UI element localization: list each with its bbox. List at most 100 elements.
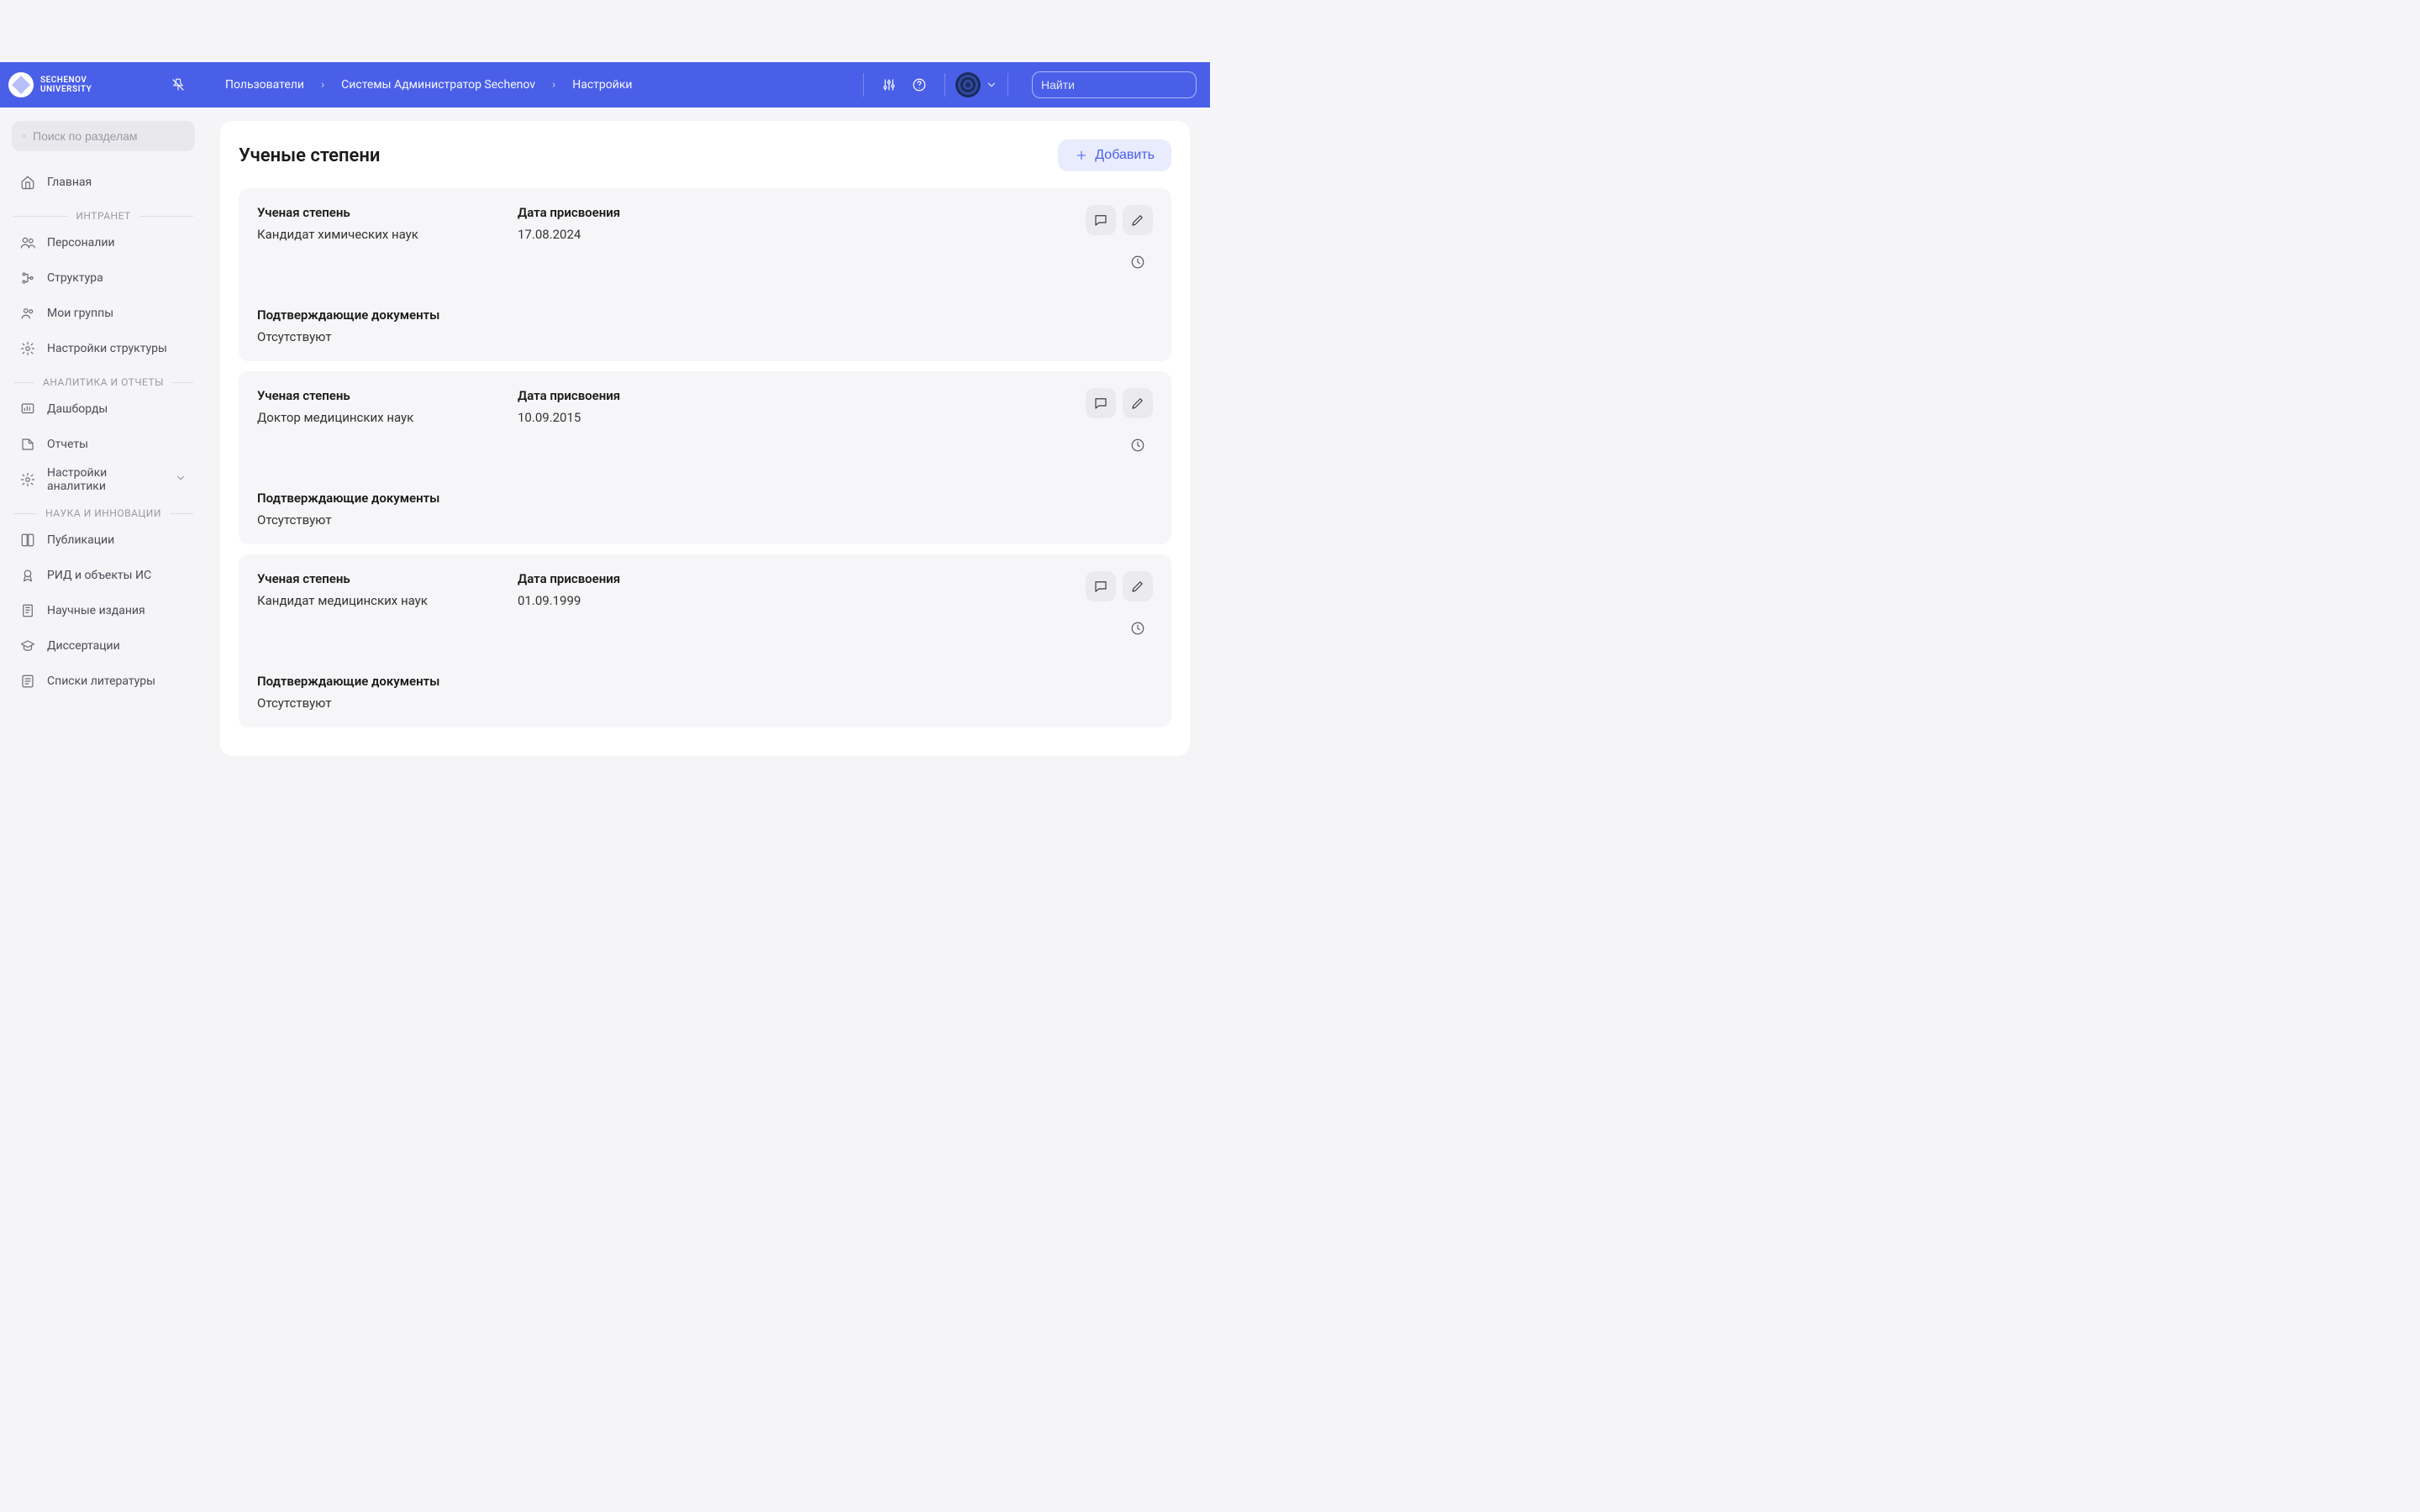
field-value: Кандидат химических наук bbox=[257, 227, 467, 242]
sidebar: Главная ИНТРАНЕТ Персоналии Структура Мои г… bbox=[0, 108, 207, 756]
add-degree-button[interactable]: Добавить bbox=[1058, 139, 1171, 171]
field-label: Ученая степень bbox=[257, 571, 467, 586]
breadcrumb-item[interactable]: Настройки bbox=[572, 78, 632, 92]
field-degree: Ученая степень Кандидат химических наук bbox=[257, 205, 467, 242]
sidebar-item-label: Настройки аналитики bbox=[47, 466, 163, 493]
card-actions bbox=[1086, 571, 1153, 711]
sidebar-item-label: Научные издания bbox=[47, 604, 145, 617]
edit-button[interactable] bbox=[1123, 388, 1153, 418]
breadcrumb: Пользователи › Системы Администратор Sec… bbox=[225, 78, 853, 92]
field-value: Отсутствуют bbox=[257, 512, 1065, 528]
sidebar-section-label: АНАЛИТИКА И ОТЧЕТЫ bbox=[12, 376, 195, 388]
sidebar-section-label: ИНТРАНЕТ bbox=[12, 210, 195, 222]
sidebar-search-input[interactable] bbox=[33, 129, 185, 143]
panel-title: Ученые степени bbox=[239, 145, 380, 166]
journal-icon bbox=[20, 603, 35, 618]
comment-button[interactable] bbox=[1086, 205, 1116, 235]
sidebar-item[interactable]: Диссертации bbox=[12, 628, 195, 664]
content: Ученые степени Добавить Ученая степеньКа… bbox=[207, 108, 1210, 756]
field-label: Дата присвоения bbox=[518, 388, 728, 403]
sidebar-item[interactable]: Мои группы bbox=[12, 296, 195, 331]
sidebar-item-label: Списки литературы bbox=[47, 675, 155, 688]
sidebar-item-home[interactable]: Главная bbox=[12, 165, 195, 200]
sidebar-item[interactable]: Списки литературы bbox=[12, 664, 195, 699]
field-label: Ученая степень bbox=[257, 388, 467, 403]
sidebar-item-label: Мои группы bbox=[47, 307, 113, 320]
sidebar-item[interactable]: Персоналии bbox=[12, 225, 195, 260]
search-icon bbox=[22, 129, 26, 143]
topbar: SECHENOV UNIVERSITY Пользователи › Систе… bbox=[0, 62, 1210, 108]
sidebar-item[interactable]: РИД и объекты ИС bbox=[12, 558, 195, 593]
sidebar-item[interactable]: Дашборды bbox=[12, 391, 195, 427]
org-icon bbox=[20, 270, 35, 286]
sidebar-item-label: Дашборды bbox=[47, 402, 108, 416]
chevron-down-icon bbox=[175, 472, 187, 487]
grad-icon bbox=[20, 638, 35, 654]
sidebar-item[interactable]: Публикации bbox=[12, 522, 195, 558]
top-search[interactable] bbox=[1032, 71, 1197, 98]
card-content: Ученая степень Кандидат химических наук Да… bbox=[257, 205, 1065, 344]
field-docs: Подтверждающие документыОтсутствуют bbox=[257, 307, 1065, 344]
sidebar-item-label: Персоналии bbox=[47, 236, 115, 249]
chevron-right-icon: › bbox=[552, 78, 555, 92]
divider bbox=[944, 73, 945, 97]
sidebar-item[interactable]: Научные издания bbox=[12, 593, 195, 628]
logo-text: SECHENOV UNIVERSITY bbox=[40, 76, 92, 94]
sidebar-item-label: Настройки структуры bbox=[47, 342, 167, 355]
field-value: Отсутствуют bbox=[257, 696, 1065, 711]
field-label: Дата присвоения bbox=[518, 205, 728, 220]
field-date: Дата присвоения01.09.1999 bbox=[518, 571, 728, 608]
button-label: Добавить bbox=[1095, 148, 1155, 163]
edit-button[interactable] bbox=[1123, 571, 1153, 601]
card-content: Ученая степеньДоктор медицинских наукДат… bbox=[257, 388, 1065, 528]
field-date: Дата присвоения10.09.2015 bbox=[518, 388, 728, 425]
sidebar-item-label: Диссертации bbox=[47, 639, 120, 653]
badge-icon bbox=[20, 568, 35, 583]
help-icon[interactable] bbox=[904, 70, 934, 100]
history-button[interactable] bbox=[1123, 430, 1153, 460]
field-label: Подтверждающие документы bbox=[257, 674, 1065, 689]
field-value: Отсутствуют bbox=[257, 329, 1065, 344]
field-date: Дата присвоения 17.08.2024 bbox=[518, 205, 728, 242]
field-value: 17.08.2024 bbox=[518, 227, 728, 242]
edit-button[interactable] bbox=[1123, 205, 1153, 235]
plus-icon bbox=[1075, 149, 1088, 162]
degree-card: Ученая степень Кандидат химических наук Да… bbox=[239, 188, 1171, 361]
panel-degrees: Ученые степени Добавить Ученая степеньКа… bbox=[220, 121, 1190, 756]
layout: Главная ИНТРАНЕТ Персоналии Структура Мои г… bbox=[0, 108, 1210, 756]
comment-button[interactable] bbox=[1086, 388, 1116, 418]
report-icon bbox=[20, 437, 35, 452]
comment-button[interactable] bbox=[1086, 571, 1116, 601]
sidebar-item[interactable]: Структура bbox=[12, 260, 195, 296]
degree-card: Ученая степеньДоктор медицинских наукДат… bbox=[239, 371, 1171, 544]
card-content: Ученая степеньКандидат медицинских наук Д… bbox=[257, 571, 1065, 711]
field-label: Подтверждающие документы bbox=[257, 491, 1065, 506]
field-degree: Ученая степеньКандидат медицинских наук bbox=[257, 571, 467, 608]
settings-sliders-icon[interactable] bbox=[874, 70, 904, 100]
user-menu[interactable] bbox=[955, 72, 997, 97]
history-button[interactable] bbox=[1123, 247, 1153, 277]
sidebar-item-label: Публикации bbox=[47, 533, 114, 547]
list-icon bbox=[20, 674, 35, 689]
breadcrumb-item[interactable]: Пользователи bbox=[225, 78, 304, 92]
history-button[interactable] bbox=[1123, 613, 1153, 643]
panel-header: Ученые степени Добавить bbox=[239, 139, 1171, 171]
sidebar-item[interactable]: Настройки аналитики bbox=[12, 462, 195, 497]
card-actions bbox=[1086, 205, 1153, 344]
group-icon bbox=[20, 306, 35, 321]
divider bbox=[1007, 73, 1008, 97]
sidebar-item[interactable]: Настройки структуры bbox=[12, 331, 195, 366]
topbar-actions bbox=[853, 70, 1197, 100]
field-label: Дата присвоения bbox=[518, 571, 728, 586]
top-search-input[interactable] bbox=[1041, 78, 1193, 92]
pin-icon[interactable] bbox=[165, 71, 192, 98]
field-label: Ученая степень bbox=[257, 205, 467, 220]
sidebar-item-label: Отчеты bbox=[47, 438, 88, 451]
sidebar-search[interactable] bbox=[12, 121, 195, 151]
breadcrumb-item[interactable]: Системы Администратор Sechenov bbox=[341, 78, 535, 92]
avatar bbox=[955, 72, 981, 97]
sidebar-item[interactable]: Отчеты bbox=[12, 427, 195, 462]
book-icon bbox=[20, 533, 35, 548]
logo[interactable]: SECHENOV UNIVERSITY bbox=[8, 72, 160, 97]
card-actions bbox=[1086, 388, 1153, 528]
